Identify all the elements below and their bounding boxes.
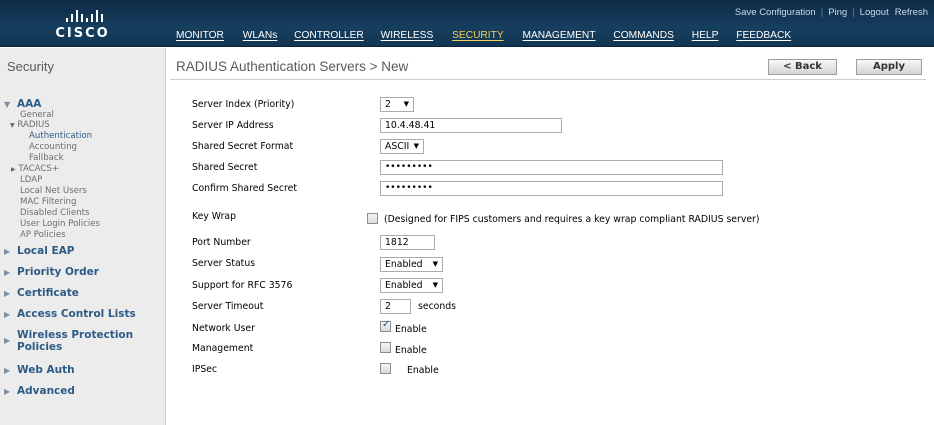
sidebar: Security ▼ AAA General ▼ RADIUS Authentic… [0, 48, 166, 425]
server-index-label: Server Index (Priority) [192, 99, 295, 110]
nav-commands[interactable]: COMMANDS [613, 30, 674, 41]
key-wrap-label: Key Wrap [192, 211, 237, 222]
management-label: Management [192, 343, 254, 354]
key-wrap-note: (Designed for FIPS customers and require… [384, 214, 760, 225]
network-user-checkbox[interactable]: ✓ [380, 319, 391, 332]
sidebar-section-local-eap[interactable]: ▶ Local EAP [4, 245, 74, 257]
management-enable-text: Enable [395, 345, 427, 356]
chevron-down-icon: ▼ [432, 260, 438, 268]
network-user-enable-text: Enable [395, 324, 427, 335]
nav-monitor[interactable]: MONITOR [176, 30, 224, 41]
chevron-down-icon: ▼ [403, 100, 409, 108]
management-checkbox[interactable] [380, 342, 391, 353]
triangle-right-icon: ▶ [4, 247, 11, 256]
nav-feedback[interactable]: FEEDBACK [736, 30, 791, 41]
triangle-right-icon: ▶ [4, 310, 11, 319]
sidebar-item-ap-policies[interactable]: AP Policies [20, 230, 66, 240]
sidebar-section-advanced[interactable]: ▶ Advanced [4, 385, 75, 397]
sidebar-section-web-auth[interactable]: ▶ Web Auth [4, 364, 75, 376]
sidebar-section-priority-order[interactable]: ▶ Priority Order [4, 266, 99, 278]
nav-wireless[interactable]: WIRELESS [381, 30, 434, 41]
sidebar-section-aaa[interactable]: ▼ AAA [4, 98, 41, 110]
rfc3576-select[interactable]: Enabled ▼ [380, 278, 443, 293]
refresh-link[interactable]: Refresh [895, 7, 928, 18]
logout-link[interactable]: Logout [860, 7, 889, 18]
utility-links: Save Configuration | Ping | Logout Refresh [734, 7, 928, 18]
save-configuration-link[interactable]: Save Configuration [735, 7, 816, 18]
nav-wlans[interactable]: WLANs [243, 30, 278, 41]
ipsec-checkbox[interactable] [380, 363, 391, 374]
ipsec-label: IPSec [192, 364, 218, 375]
triangle-right-icon: ▶ [4, 336, 11, 345]
server-status-select[interactable]: Enabled ▼ [380, 257, 443, 272]
triangle-down-icon: ▼ [4, 100, 11, 109]
chevron-down-icon: ▼ [432, 281, 438, 289]
triangle-right-icon: ▶ [4, 268, 11, 277]
cisco-logo: CISCO [0, 0, 165, 47]
ping-link[interactable]: Ping [828, 7, 847, 18]
ipsec-enable-text: Enable [407, 365, 439, 376]
sidebar-item-ldap[interactable]: LDAP [20, 175, 42, 185]
network-user-label: Network User [192, 323, 255, 334]
chevron-down-icon: ▼ [413, 142, 419, 150]
server-index-select[interactable]: 2 ▼ [380, 97, 414, 112]
apply-button[interactable]: Apply [856, 59, 922, 75]
shared-secret-label: Shared Secret [192, 162, 258, 173]
server-ip-label: Server IP Address [192, 120, 274, 131]
secret-format-select[interactable]: ASCII ▼ [380, 139, 424, 154]
sidebar-item-accounting[interactable]: Accounting [29, 142, 77, 152]
top-header: CISCO Save Configuration | Ping | Logout Refr… [0, 0, 934, 47]
page-title: RADIUS Authentication Servers > New [176, 59, 409, 74]
sidebar-section-access-control-lists[interactable]: ▶ Access Control Lists [4, 308, 136, 320]
server-timeout-input[interactable]: 2 [380, 299, 411, 314]
server-status-label: Server Status [192, 258, 256, 269]
key-wrap-checkbox[interactable] [367, 213, 378, 224]
sidebar-item-general[interactable]: General [20, 110, 54, 120]
sidebar-item-tacacs[interactable]: ▶ TACACS+ [11, 164, 59, 175]
checkmark-icon: ✓ [382, 319, 391, 330]
sidebar-item-local-net-users[interactable]: Local Net Users [20, 186, 87, 196]
port-number-label: Port Number [192, 237, 251, 248]
sidebar-section-certificate[interactable]: ▶ Certificate [4, 287, 79, 299]
triangle-right-icon: ▶ [4, 366, 11, 375]
sidebar-title: Security [7, 59, 54, 74]
sidebar-item-radius[interactable]: ▼ RADIUS [10, 120, 50, 131]
port-number-input[interactable]: 1812 [380, 235, 435, 250]
server-timeout-unit: seconds [418, 301, 457, 312]
shared-secret-input[interactable]: ••••••••• [380, 160, 723, 175]
back-button[interactable]: < Back [768, 59, 837, 75]
confirm-secret-input[interactable]: ••••••••• [380, 181, 723, 196]
triangle-down-icon: ▼ [10, 122, 15, 129]
triangle-right-icon: ▶ [4, 387, 11, 396]
sidebar-item-fallback[interactable]: Fallback [29, 153, 64, 163]
triangle-right-icon: ▶ [4, 289, 11, 298]
sidebar-item-disabled-clients[interactable]: Disabled Clients [20, 208, 89, 218]
nav-help[interactable]: HELP [692, 30, 719, 41]
title-divider [170, 79, 926, 80]
cisco-bars-icon [64, 8, 104, 22]
rfc3576-label: Support for RFC 3576 [192, 280, 293, 291]
sidebar-item-mac-filtering[interactable]: MAC Filtering [20, 197, 76, 207]
server-timeout-label: Server Timeout [192, 301, 264, 312]
sidebar-section-wireless-protection-policies[interactable]: ▶ Wireless Protection Policies [4, 329, 159, 353]
nav-management[interactable]: MANAGEMENT [522, 30, 595, 41]
main-nav: MONITOR WLANs CONTROLLER WIRELESS SECURI… [176, 30, 791, 44]
server-ip-input[interactable]: 10.4.48.41 [380, 118, 562, 133]
sidebar-item-user-login-policies[interactable]: User Login Policies [20, 219, 100, 229]
triangle-right-icon: ▶ [11, 166, 16, 173]
secret-format-label: Shared Secret Format [192, 141, 294, 152]
sidebar-item-authentication[interactable]: Authentication [29, 131, 92, 141]
cisco-logo-text: CISCO [55, 26, 110, 41]
nav-controller[interactable]: CONTROLLER [294, 30, 364, 41]
nav-security[interactable]: SECURITY [452, 30, 504, 41]
confirm-secret-label: Confirm Shared Secret [192, 183, 297, 194]
